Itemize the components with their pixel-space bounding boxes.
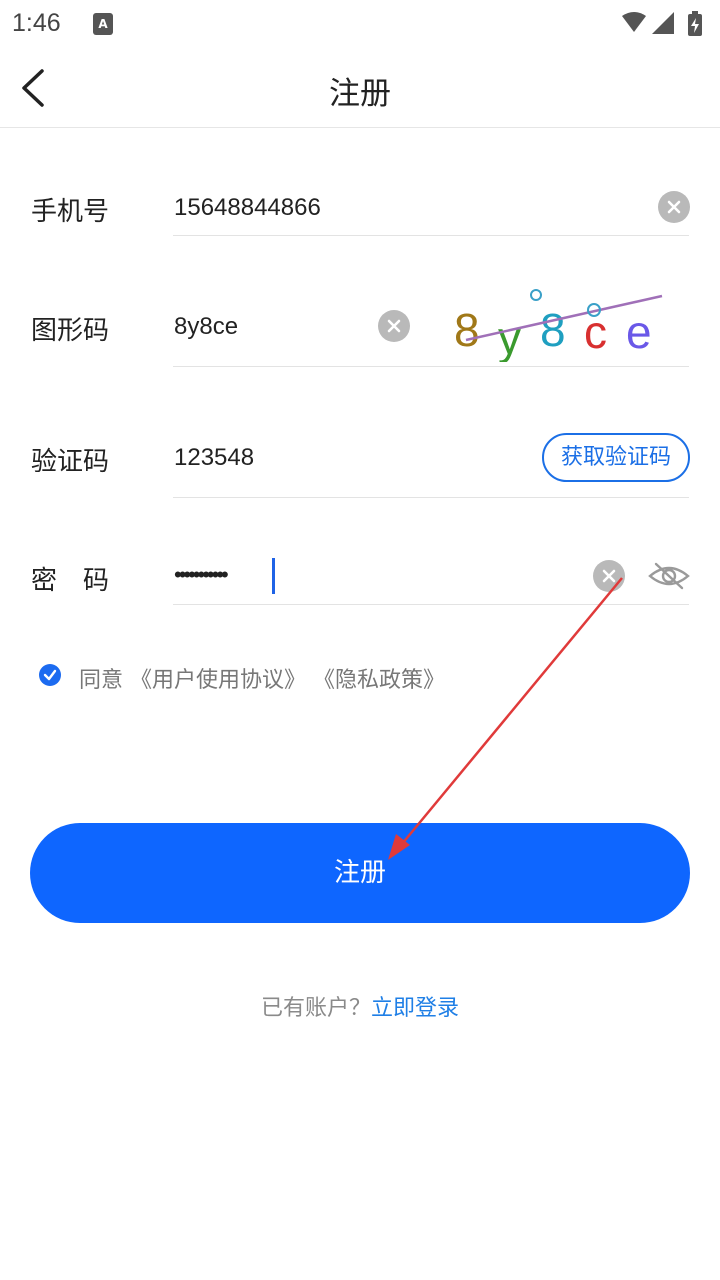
title-bar: 注册 (0, 50, 720, 128)
svg-text:A: A (98, 17, 108, 31)
captcha-input[interactable]: 8y8ce (174, 313, 238, 341)
wifi-icon (622, 12, 646, 32)
get-code-button[interactable]: 获取验证码 (542, 433, 690, 482)
font-icon: A (93, 13, 113, 35)
login-prompt: 已有账户？立即登录 (0, 990, 720, 1022)
page-title: 注册 (329, 76, 391, 112)
status-time: 1:46 (12, 9, 61, 37)
captcha-label: 图形码 (31, 316, 110, 346)
check-icon (43, 669, 57, 681)
close-icon (387, 319, 401, 333)
agreement-prefix: 同意 (79, 668, 124, 693)
password-input[interactable]: ••••••••••• (174, 562, 229, 588)
login-question: 已有账户？ (260, 996, 371, 1021)
svg-text:8: 8 (540, 304, 566, 356)
svg-text:8: 8 (454, 304, 480, 356)
close-icon (667, 200, 681, 214)
phone-underline (173, 235, 689, 236)
svg-text:e: e (626, 306, 652, 358)
password-label: 密 码 (31, 566, 110, 596)
password-underline (173, 604, 689, 605)
agreement-checkbox[interactable] (39, 664, 61, 686)
privacy-link[interactable]: 《隐私政策》 (313, 668, 445, 693)
close-icon (602, 569, 616, 583)
register-button[interactable]: 注册 (30, 823, 690, 923)
signal-icon (652, 12, 674, 34)
phone-input[interactable]: 15648844866 (174, 194, 321, 222)
eye-off-icon[interactable] (648, 560, 690, 592)
clear-captcha-button[interactable] (378, 310, 410, 342)
captcha-image[interactable]: 8 y 8 c e (446, 282, 668, 362)
terms-link[interactable]: 《用户使用协议》 (130, 668, 306, 693)
clear-phone-button[interactable] (658, 191, 690, 223)
system-status-icons (622, 11, 702, 36)
login-link[interactable]: 立即登录 (371, 996, 459, 1021)
sms-code-input[interactable]: 123548 (174, 444, 254, 472)
text-cursor (272, 558, 275, 594)
battery-icon (688, 11, 702, 36)
sms-code-underline (173, 497, 689, 498)
captcha-underline (173, 366, 689, 367)
sms-code-label: 验证码 (31, 447, 110, 477)
svg-text:y: y (498, 312, 521, 362)
status-bar: 1:46 A (0, 0, 720, 50)
phone-label: 手机号 (31, 197, 110, 227)
clear-password-button[interactable] (593, 560, 625, 592)
